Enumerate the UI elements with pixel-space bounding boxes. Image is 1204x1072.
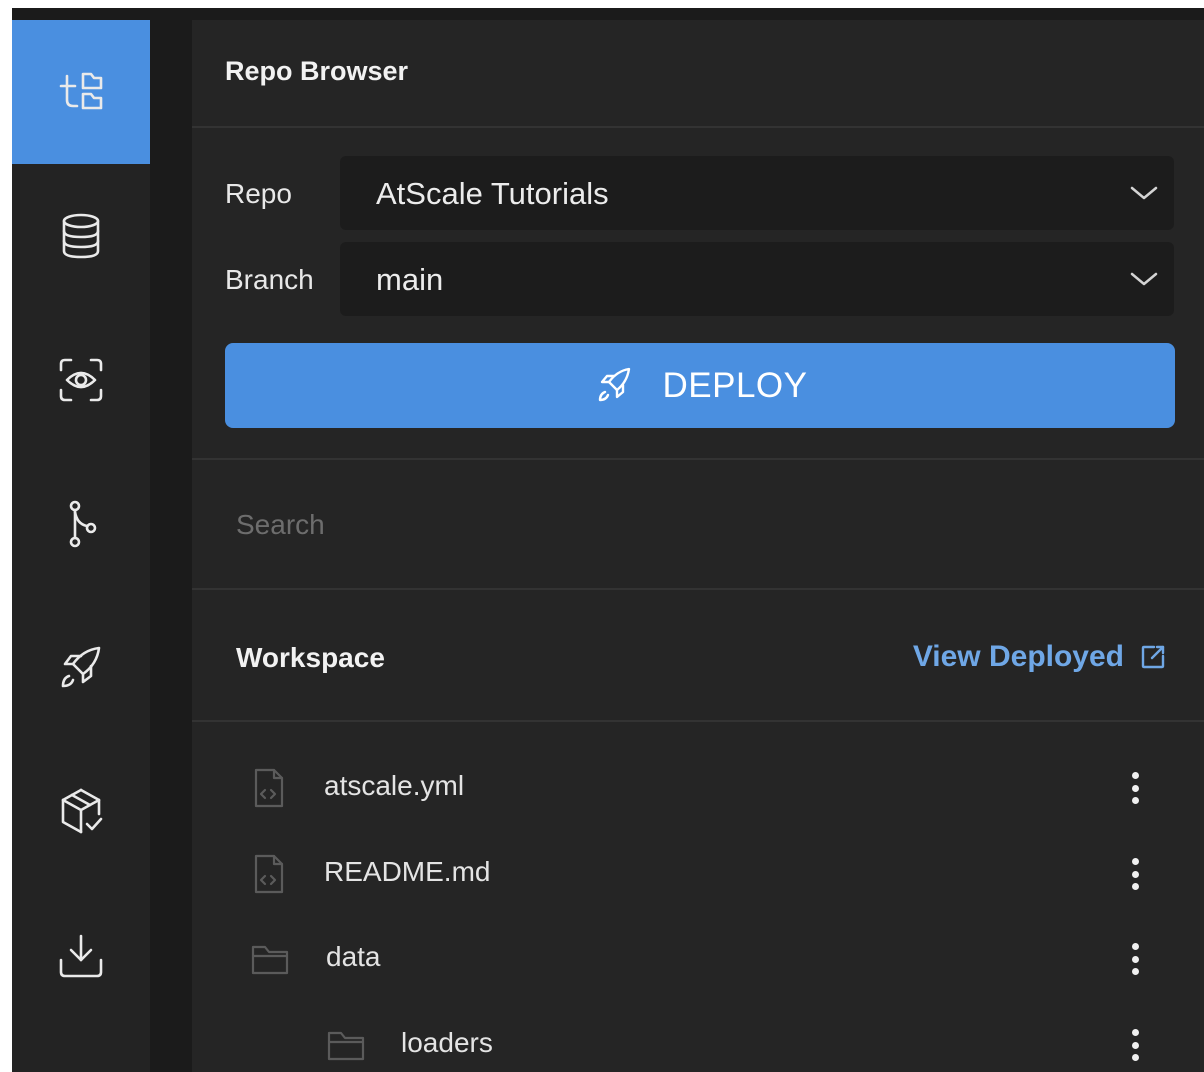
git-branch-icon (69, 500, 97, 548)
more-options-icon[interactable] (1120, 852, 1150, 896)
tree-item-folder[interactable]: loaders (192, 1003, 1204, 1072)
repo-tree-icon (59, 72, 103, 110)
branch-label: Branch (225, 264, 314, 295)
tree-item-file[interactable]: atscale.yml (192, 746, 1204, 830)
icon-rail (12, 20, 150, 1072)
repo-select-value: AtScale Tutorials (376, 176, 609, 211)
search-input[interactable] (236, 500, 1136, 550)
rocket-icon (61, 646, 101, 688)
rail-item-preview[interactable] (12, 308, 150, 452)
workspace-title: Workspace (236, 642, 385, 673)
rocket-icon (598, 367, 630, 401)
chevron-down-icon (1128, 266, 1160, 292)
tree-item-label: atscale.yml (324, 770, 465, 801)
divider (192, 720, 1204, 722)
package-check-icon (61, 788, 103, 834)
branch-select-value: main (376, 262, 444, 297)
deploy-button-label: DEPLOY (662, 365, 808, 405)
folder-icon (250, 937, 290, 981)
external-link-icon (1141, 645, 1165, 669)
repo-select[interactable]: AtScale Tutorials (340, 156, 1174, 230)
tree-item-folder[interactable]: data (192, 917, 1204, 1001)
more-options-icon[interactable] (1120, 937, 1150, 981)
rail-item-deploy[interactable] (12, 596, 150, 740)
divider (192, 588, 1204, 590)
rail-item-download[interactable] (12, 884, 150, 1028)
panel-title: Repo Browser (225, 56, 409, 86)
download-icon (59, 934, 103, 978)
app-window: Repo Browser Repo AtScale Tutorials Bran… (12, 8, 1204, 1072)
rail-item-catalog[interactable] (12, 740, 150, 884)
search-bar (192, 460, 1204, 588)
tree-item-label: data (326, 941, 381, 972)
panel-header: Repo Browser (192, 20, 1204, 128)
rail-item-data-sources[interactable] (12, 164, 150, 308)
view-deployed-label: View Deployed (912, 640, 1124, 673)
more-options-icon[interactable] (1120, 766, 1150, 810)
rail-item-repo-browser[interactable] (12, 20, 150, 164)
eye-scan-icon (59, 358, 103, 402)
chevron-down-icon (1128, 180, 1160, 206)
repo-browser-panel: Repo Browser Repo AtScale Tutorials Bran… (192, 20, 1204, 1072)
tree-item-label: loaders (401, 1027, 493, 1058)
repo-label: Repo (225, 178, 292, 209)
code-file-icon (248, 766, 288, 810)
database-icon (62, 213, 100, 259)
view-deployed-link[interactable]: View Deployed (913, 640, 1166, 674)
tree-item-label: README.md (324, 856, 491, 887)
more-options-icon[interactable] (1120, 1023, 1150, 1067)
rail-item-git[interactable] (12, 452, 150, 596)
branch-select[interactable]: main (340, 242, 1174, 316)
deploy-button[interactable]: DEPLOY (225, 343, 1175, 428)
folder-icon (326, 1023, 366, 1067)
tree-item-file[interactable]: README.md (192, 832, 1204, 916)
code-file-icon (248, 852, 288, 896)
